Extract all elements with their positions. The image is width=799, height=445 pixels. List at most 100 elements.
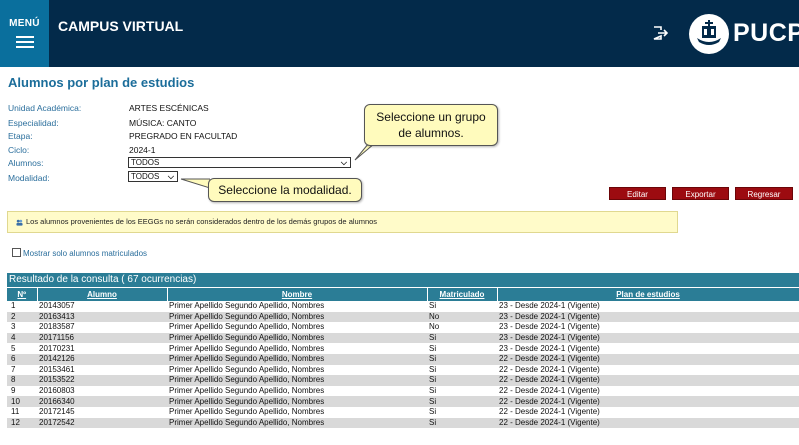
alumnos-select[interactable]: TODOS ⌵ bbox=[128, 157, 351, 168]
results-table: Nº Alumno Nombre Matriculado Plan de est… bbox=[7, 288, 799, 429]
cell-matriculado: Si bbox=[427, 343, 497, 354]
cell-plan: 23 - Desde 2024-1 (Vigente) bbox=[497, 343, 799, 354]
regresar-button[interactable]: Regresar bbox=[735, 187, 793, 200]
cell-matriculado: Si bbox=[427, 353, 497, 365]
table-row: 12 20172542 Primer Apellido Segundo Apelli… bbox=[7, 417, 799, 429]
cell-nombre: Primer Apellido Segundo Apellido, Nombre… bbox=[167, 343, 427, 354]
notice-text: Los alumnos provenientes de los EEGGs no… bbox=[26, 217, 378, 226]
cell-alumno: 20170231 bbox=[37, 343, 167, 354]
callout-tail bbox=[180, 178, 210, 189]
cell-num: 11 bbox=[7, 406, 37, 418]
cell-alumno: 20142126 bbox=[37, 353, 167, 365]
alumnos-select-value: TODOS bbox=[131, 158, 160, 167]
cell-alumno: 20153461 bbox=[37, 364, 167, 376]
cell-matriculado: Si bbox=[427, 417, 497, 429]
table-row: 10 20166340 Primer Apellido Segundo Apelli… bbox=[7, 396, 799, 407]
col-alumno[interactable]: Alumno bbox=[37, 288, 168, 301]
especialidad-value: MÚSICA: CANTO bbox=[129, 118, 197, 128]
cell-num: 6 bbox=[7, 353, 37, 365]
results-table-body: 1 20143057 Primer Apellido Segundo Apellid… bbox=[7, 301, 799, 429]
modalidad-select[interactable]: TODOS ⌵ bbox=[128, 171, 178, 182]
cell-num: 12 bbox=[7, 417, 37, 429]
exportar-button[interactable]: Exportar bbox=[672, 187, 729, 200]
table-row: 1 20143057 Primer Apellido Segundo Apellid… bbox=[7, 301, 799, 312]
pucp-logo-text: PUCP bbox=[733, 19, 799, 47]
cell-nombre: Primer Apellido Segundo Apellido, Nombre… bbox=[167, 417, 427, 429]
only-enrolled-label: Mostrar solo alumnos matriculados bbox=[23, 249, 148, 258]
ciclo-label: Ciclo: bbox=[8, 145, 30, 155]
callout-grupo: Seleccione un grupo de alumnos. bbox=[364, 104, 498, 146]
alumnos-label: Alumnos: bbox=[8, 158, 44, 168]
cell-alumno: 20166340 bbox=[37, 396, 167, 407]
callout-modalidad: Seleccione la modalidad. bbox=[208, 178, 362, 202]
cell-alumno: 20163413 bbox=[37, 311, 167, 323]
cell-num: 4 bbox=[7, 332, 37, 344]
cell-num: 7 bbox=[7, 364, 37, 376]
etapa-value: PREGRADO EN FACULTAD bbox=[129, 131, 238, 141]
ciclo-value: 2024-1 bbox=[129, 145, 156, 155]
table-row: 6 20142126 Primer Apellido Segundo Apellid… bbox=[7, 353, 799, 365]
cell-nombre: Primer Apellido Segundo Apellido, Nombre… bbox=[167, 364, 427, 376]
col-plan[interactable]: Plan de estudios bbox=[497, 288, 799, 301]
hamburger-icon bbox=[16, 36, 34, 48]
cell-nombre: Primer Apellido Segundo Apellido, Nombre… bbox=[167, 322, 427, 333]
table-row: 8 20153522 Primer Apellido Segundo Apellid… bbox=[7, 375, 799, 386]
logout-icon[interactable] bbox=[652, 25, 668, 41]
cell-alumno: 20143057 bbox=[37, 301, 167, 312]
cell-nombre: Primer Apellido Segundo Apellido, Nombre… bbox=[167, 311, 427, 323]
cell-nombre: Primer Apellido Segundo Apellido, Nombre… bbox=[167, 301, 427, 312]
eeggs-notice: Los alumnos provenientes de los EEGGs no… bbox=[7, 211, 678, 233]
cell-plan: 22 - Desde 2024-1 (Vigente) bbox=[497, 417, 799, 429]
editar-button[interactable]: Editar bbox=[609, 187, 666, 200]
table-row: 5 20170231 Primer Apellido Segundo Apellid… bbox=[7, 343, 799, 354]
unidad-value: ARTES ESCÉNICAS bbox=[129, 103, 209, 113]
cell-matriculado: Si bbox=[427, 332, 497, 344]
col-matriculado[interactable]: Matriculado bbox=[427, 288, 498, 301]
cell-num: 2 bbox=[7, 311, 37, 323]
cell-plan: 22 - Desde 2024-1 (Vigente) bbox=[497, 353, 799, 365]
cell-plan: 23 - Desde 2024-1 (Vigente) bbox=[497, 332, 799, 344]
col-num[interactable]: Nº bbox=[7, 288, 38, 301]
cell-plan: 23 - Desde 2024-1 (Vigente) bbox=[497, 301, 799, 312]
table-row: 4 20171156 Primer Apellido Segundo Apellid… bbox=[7, 332, 799, 344]
cell-matriculado: No bbox=[427, 322, 497, 333]
menu-button[interactable]: MENÚ bbox=[0, 0, 49, 67]
table-row: 3 20183587 Primer Apellido Segundo Apellid… bbox=[7, 322, 799, 333]
cell-num: 3 bbox=[7, 322, 37, 333]
users-icon bbox=[16, 219, 23, 226]
only-enrolled-filter[interactable]: Mostrar solo alumnos matriculados bbox=[12, 248, 147, 258]
cell-matriculado: Si bbox=[427, 396, 497, 407]
page-title: Alumnos por plan de estudios bbox=[8, 75, 195, 90]
table-row: 2 20163413 Primer Apellido Segundo Apellid… bbox=[7, 311, 799, 323]
cell-nombre: Primer Apellido Segundo Apellido, Nombre… bbox=[167, 353, 427, 365]
cell-alumno: 20183587 bbox=[37, 322, 167, 333]
table-row: 9 20160803 Primer Apellido Segundo Apellid… bbox=[7, 385, 799, 397]
cell-matriculado: Si bbox=[427, 385, 497, 397]
only-enrolled-checkbox[interactable] bbox=[12, 248, 21, 257]
cell-nombre: Primer Apellido Segundo Apellido, Nombre… bbox=[167, 385, 427, 397]
chevron-down-icon: ⌵ bbox=[167, 172, 174, 181]
cell-nombre: Primer Apellido Segundo Apellido, Nombre… bbox=[167, 332, 427, 344]
table-row: 7 20153461 Primer Apellido Segundo Apellid… bbox=[7, 364, 799, 376]
cell-matriculado: Si bbox=[427, 364, 497, 376]
results-title: Resultado de la consulta ( 67 ocurrencia… bbox=[7, 273, 799, 287]
cell-plan: 23 - Desde 2024-1 (Vigente) bbox=[497, 322, 799, 333]
cell-num: 9 bbox=[7, 385, 37, 397]
especialidad-label: Especialidad: bbox=[8, 118, 59, 128]
pucp-logo-icon bbox=[689, 14, 729, 54]
cell-num: 5 bbox=[7, 343, 37, 354]
top-header: MENÚ CAMPUS VIRTUAL PUCP bbox=[0, 0, 799, 67]
table-row: 11 20172145 Primer Apellido Segundo Apelli… bbox=[7, 406, 799, 418]
cell-num: 8 bbox=[7, 375, 37, 386]
cell-num: 1 bbox=[7, 301, 37, 312]
col-nombre[interactable]: Nombre bbox=[167, 288, 428, 301]
unidad-label: Unidad Académica: bbox=[8, 103, 82, 113]
callout-grupo-line1: Seleccione un grupo bbox=[376, 110, 486, 124]
cell-alumno: 20153522 bbox=[37, 375, 167, 386]
cell-nombre: Primer Apellido Segundo Apellido, Nombre… bbox=[167, 406, 427, 418]
table-header-row: Nº Alumno Nombre Matriculado Plan de est… bbox=[7, 288, 799, 301]
cell-nombre: Primer Apellido Segundo Apellido, Nombre… bbox=[167, 396, 427, 407]
cell-nombre: Primer Apellido Segundo Apellido, Nombre… bbox=[167, 375, 427, 386]
etapa-label: Etapa: bbox=[8, 131, 33, 141]
cell-plan: 22 - Desde 2024-1 (Vigente) bbox=[497, 364, 799, 376]
